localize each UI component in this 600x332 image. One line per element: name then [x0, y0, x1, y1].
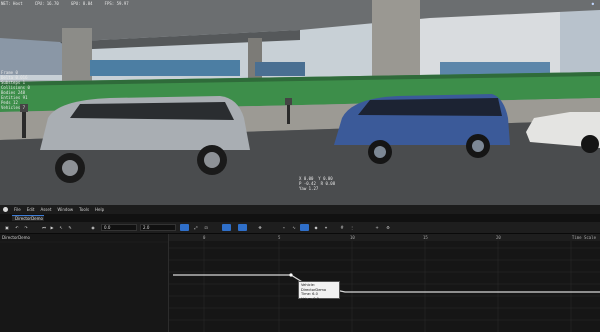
play-icon[interactable]: ▶ — [48, 224, 56, 231]
tangent-icon[interactable]: ⌁ — [280, 224, 288, 231]
save-icon[interactable]: ▣ — [3, 224, 11, 231]
track-list-panel[interactable]: DirectorDemo — [0, 234, 169, 332]
tab-bar: DirectorDemo — [0, 214, 600, 222]
scene-viewport[interactable]: NET: Host CPU: 16.70 GPU: 8.84 FPS: 59.9… — [0, 0, 600, 205]
mode-button-active-2[interactable] — [222, 224, 231, 231]
filter-icon[interactable]: ⋮ — [348, 224, 356, 231]
ruler-label-0: 0 — [203, 235, 206, 240]
menu-bar: File Edit Asset Window Tools Help — [0, 205, 600, 214]
snap-icon[interactable]: ⌖ — [322, 224, 330, 231]
pointer-icon[interactable]: ↖ — [57, 224, 65, 231]
scene-render — [0, 0, 600, 205]
menu-tools[interactable]: Tools — [79, 207, 89, 212]
menu-asset[interactable]: Asset — [40, 207, 51, 212]
app-logo-icon — [3, 207, 8, 212]
track-panel-decor — [0, 241, 168, 243]
menu-file[interactable]: File — [14, 207, 21, 212]
curve-icon[interactable]: ∿ — [290, 224, 298, 231]
menu-window[interactable]: Window — [57, 207, 73, 212]
pen-icon[interactable]: ✎ — [66, 224, 74, 231]
redo-icon[interactable]: ↷ — [22, 224, 30, 231]
key-tooltip: Vehicle: DirectorDemo Time: 6.0 Value: 0… — [298, 281, 340, 301]
timeline-toolbar: ▣ ↶ ↷ ⏮ ▶ ↖ ✎ ◉ 0.0 2.0 ⤢ ⊡ ✥ ⌁ ∿ ◆ ⌖ # … — [0, 222, 600, 234]
record-indicator-icon: ● — [591, 1, 594, 6]
frame-icon[interactable]: ⊡ — [202, 224, 210, 231]
hud-debug-list: Frame 0 Delta 0.016 Substeps 1 Collision… — [1, 70, 30, 110]
hud-crosshair-readout: X 0.00 Y 0.00 P -0.42 R 0.08 Yaw 1.27 — [299, 176, 336, 191]
mode-button-active-1[interactable] — [180, 224, 189, 231]
ruler-label-10: 10 — [350, 235, 355, 240]
ruler-scale-label: Time Scale — [571, 235, 596, 240]
menu-edit[interactable]: Edit — [27, 207, 35, 212]
mode-button-active-3[interactable] — [238, 224, 247, 231]
settings-icon[interactable]: ⚙ — [384, 224, 392, 231]
curve-graph-canvas — [169, 234, 600, 332]
timeline-editor: File Edit Asset Window Tools Help Direct… — [0, 205, 600, 332]
curve-editor-graph[interactable]: 0 5 10 15 20 Time Scale Vehicle: Directo… — [169, 234, 600, 332]
skip-back-icon[interactable]: ⏮ — [40, 224, 48, 231]
ruler-label-20: 20 — [496, 235, 501, 240]
end-time-field[interactable]: 2.0 — [140, 224, 176, 231]
ruler-label-5: 5 — [278, 235, 281, 240]
value-curve — [173, 274, 600, 293]
time-field[interactable]: 0.0 — [101, 224, 137, 231]
tooltip-line-3: Value: 0.0 — [301, 296, 319, 301]
menu-help[interactable]: Help — [95, 207, 104, 212]
key-icon[interactable]: ◆ — [312, 224, 320, 231]
fit-icon[interactable]: ⤢ — [192, 224, 200, 231]
add-key-icon[interactable]: + — [373, 224, 381, 231]
view-icon[interactable]: ◉ — [88, 224, 98, 231]
undo-icon[interactable]: ↶ — [13, 224, 21, 231]
tab-director-demo[interactable]: DirectorDemo — [12, 215, 44, 221]
grid-icon[interactable]: # — [338, 224, 346, 231]
move-icon[interactable]: ✥ — [256, 224, 264, 231]
tooltip-line-1: Vehicle: DirectorDemo — [301, 283, 327, 292]
ruler-label-15: 15 — [423, 235, 428, 240]
hud-stats: NET: Host CPU: 16.70 GPU: 8.84 FPS: 59.9… — [1, 1, 129, 6]
mode-button-active-4[interactable] — [300, 224, 309, 231]
